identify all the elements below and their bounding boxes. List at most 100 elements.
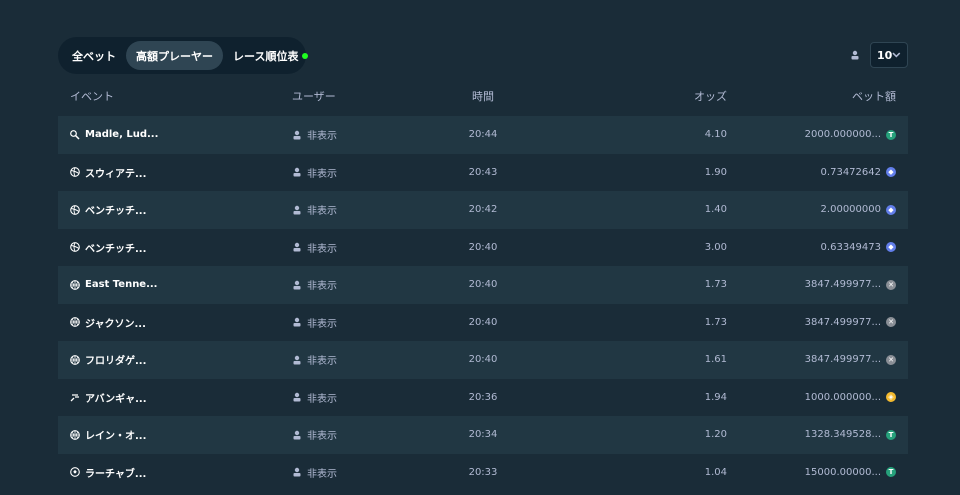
bet-amount-cell: 0.63349473 ◆ <box>821 229 896 267</box>
xrp-coin-icon: ✕ <box>886 317 896 328</box>
table-row[interactable]: ジャクソン... 非表示 20:40 1.73 3847.499977... ✕ <box>58 304 908 342</box>
user-name: 非表示 <box>307 131 337 143</box>
header-odds: オッズ <box>694 90 727 103</box>
event-cell[interactable]: フロリダゲ... <box>70 341 146 379</box>
user-name: 非表示 <box>307 431 337 443</box>
event-cell[interactable]: ラーチャブ... <box>70 454 146 492</box>
user-name: 非表示 <box>307 243 337 255</box>
time-cell: 20:40 <box>468 316 498 328</box>
event-cell[interactable]: スウィアテ... <box>70 154 146 192</box>
tab-label: 全ベット <box>72 49 116 63</box>
basketball-icon <box>70 429 80 440</box>
bet-amount: 15000.00000... <box>804 466 881 478</box>
volleyball-icon <box>70 242 80 253</box>
time-cell: 20:40 <box>468 354 498 366</box>
odds-cell: 1.04 <box>704 466 727 478</box>
usdt-coin-icon: T <box>886 429 896 440</box>
chevron-down-icon <box>892 52 901 58</box>
page-size-select[interactable]: 10 <box>870 42 908 68</box>
event-cell[interactable]: ベンチッチ... <box>70 229 146 267</box>
bets-table-body: Madle, Lud... 非表示 20:44 4.10 2000.000000... T… <box>58 116 908 491</box>
user-name: 非表示 <box>307 281 337 293</box>
odds-cell: 1.73 <box>704 316 727 328</box>
user-cell: 非表示 <box>292 454 337 492</box>
bet-amount-cell: 2.00000000 ◆ <box>821 191 896 229</box>
time-cell: 20:40 <box>468 279 498 291</box>
bet-amount: 3847.499977... <box>804 279 881 291</box>
header-time: 時間 <box>472 90 494 103</box>
user-icon <box>292 280 302 290</box>
user-cell: 非表示 <box>292 416 337 454</box>
bet-amount-cell: 0.73472642 ◆ <box>821 154 896 192</box>
odds-cell: 1.94 <box>704 391 727 403</box>
event-cell[interactable]: ベンチッチ... <box>70 191 146 229</box>
odds-cell: 1.20 <box>704 429 727 441</box>
user-icon <box>292 392 302 402</box>
odds-cell: 1.73 <box>704 279 727 291</box>
event-cell[interactable]: レイン・オ... <box>70 416 146 454</box>
event-name: Madle, Lud... <box>85 129 159 141</box>
eth-coin-icon: ◆ <box>886 167 896 178</box>
tab-high-rollers[interactable]: 高額プレーヤー <box>126 41 223 70</box>
user-icon <box>292 130 302 140</box>
odds-cell: 1.61 <box>704 354 727 366</box>
bnb-coin-icon: ◈ <box>886 392 896 403</box>
time-cell: 20:36 <box>468 391 498 403</box>
odds-cell: 4.10 <box>704 129 727 141</box>
table-row[interactable]: Madle, Lud... 非表示 20:44 4.10 2000.000000... T <box>58 116 908 154</box>
user-cell: 非表示 <box>292 341 337 379</box>
event-name: ベンチッチ... <box>85 206 147 218</box>
bet-amount: 3847.499977... <box>804 354 881 366</box>
user-name: 非表示 <box>307 206 337 218</box>
bet-amount-cell: 3847.499977... ✕ <box>805 341 896 379</box>
live-dot-icon <box>302 52 309 59</box>
tab-race-leaderboard[interactable]: レース順位表 <box>223 41 318 70</box>
event-name: ベンチッチ... <box>85 243 147 255</box>
time-cell: 20:43 <box>468 166 498 178</box>
soccer-icon <box>70 467 80 478</box>
table-row[interactable]: フロリダゲ... 非表示 20:40 1.61 3847.499977... ✕ <box>58 341 908 379</box>
table-row[interactable]: East Tenne... 非表示 20:40 1.73 3847.499977... ✕ <box>58 266 908 304</box>
header-event: イベント <box>70 90 114 103</box>
eth-coin-icon: ◆ <box>886 204 896 215</box>
user-cell: 非表示 <box>292 191 337 229</box>
event-name: アバンギャ... <box>85 393 147 405</box>
event-cell[interactable]: Madle, Lud... <box>70 116 158 154</box>
bet-amount-cell: 2000.000000... T <box>805 116 896 154</box>
table-row[interactable]: ラーチャブ... 非表示 20:33 1.04 15000.00000... T <box>58 454 908 492</box>
time-cell: 20:42 <box>468 204 498 216</box>
page-size-control: 10 <box>850 42 908 68</box>
event-name: フロリダゲ... <box>85 356 147 368</box>
event-name: スウィアテ... <box>85 168 147 180</box>
basketball-icon <box>70 279 80 290</box>
page-size-value: 10 <box>877 48 893 62</box>
user-cell: 非表示 <box>292 304 337 342</box>
event-cell[interactable]: ジャクソン... <box>70 304 146 342</box>
user-icon <box>851 50 859 60</box>
table-header: イベント ユーザー 時間 オッズ ベット額 <box>58 88 908 106</box>
table-row[interactable]: スウィアテ... 非表示 20:43 1.90 0.73472642 ◆ <box>58 154 908 192</box>
basketball-icon <box>70 354 80 365</box>
table-row[interactable]: ベンチッチ... 非表示 20:42 1.40 2.00000000 ◆ <box>58 191 908 229</box>
bet-amount: 1328.349528... <box>804 429 881 441</box>
user-icon <box>292 467 302 477</box>
user-cell: 非表示 <box>292 154 337 192</box>
user-cell: 非表示 <box>292 116 337 154</box>
table-row[interactable]: レイン・オ... 非表示 20:34 1.20 1328.349528... T <box>58 416 908 454</box>
table-row[interactable]: ベンチッチ... 非表示 20:40 3.00 0.63349473 ◆ <box>58 229 908 267</box>
user-cell: 非表示 <box>292 229 337 267</box>
user-icon <box>292 242 302 252</box>
event-cell[interactable]: アバンギャ... <box>70 379 147 417</box>
xrp-coin-icon: ✕ <box>886 279 896 290</box>
tab-all-bets[interactable]: 全ベット <box>62 41 126 70</box>
tab-label: 高額プレーヤー <box>136 49 213 63</box>
bets-tab-bar: 全ベット 高額プレーヤー レース順位表 <box>58 37 309 74</box>
user-cell: 非表示 <box>292 266 337 304</box>
table-row[interactable]: アバンギャ... 非表示 20:36 1.94 1000.000000... ◈ <box>58 379 908 417</box>
user-name: 非表示 <box>307 393 337 405</box>
event-cell[interactable]: East Tenne... <box>70 266 158 304</box>
time-cell: 20:33 <box>468 466 498 478</box>
bet-amount: 1000.000000... <box>804 391 881 403</box>
usdt-coin-icon: T <box>886 467 896 478</box>
bet-amount: 2000.000000... <box>804 129 881 141</box>
